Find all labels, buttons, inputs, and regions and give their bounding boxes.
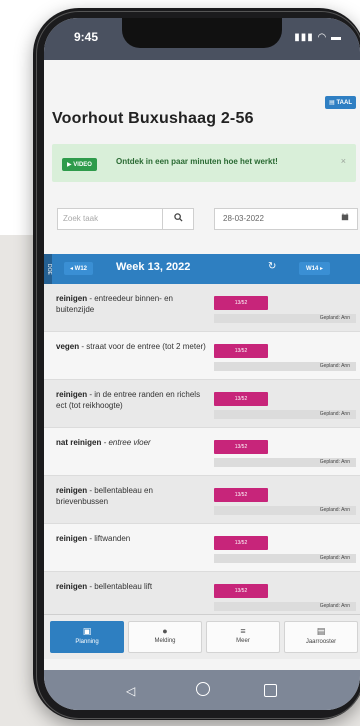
task-detail: - entree vloer — [101, 438, 151, 447]
recent-apps-icon[interactable] — [264, 684, 277, 697]
tab-label: Melding — [154, 638, 176, 644]
previous-week-button[interactable]: ◂ W12 — [64, 262, 94, 275]
date-value: 28-03-2022 — [223, 214, 264, 223]
task-planned: Gepland: Ann — [214, 506, 356, 515]
task-row[interactable]: reinigen - bellentableau lift 13/52 Gepl… — [44, 572, 360, 620]
home-icon[interactable] — [196, 682, 210, 696]
tab-label: Jaarrooster — [305, 639, 337, 645]
task-planned: Gepland: Ann — [214, 410, 356, 419]
side-tag: DOE — [44, 254, 52, 284]
task-detail: - bellentableau lift — [87, 582, 153, 591]
signal-wifi-battery-icon: ▮▮▮ ◠ ▬ — [294, 32, 342, 43]
tab-label: Planning — [75, 639, 99, 645]
notice-text: Ontdek in een paar minuten hoe het werkt… — [116, 157, 278, 166]
task-row[interactable]: nat reinigen - entree vloer 13/52 Geplan… — [44, 428, 360, 476]
language-button[interactable]: ▤ TAAL — [325, 96, 356, 109]
chat-icon: ● — [162, 626, 168, 636]
task-description: reinigen - in de entree randen en richel… — [56, 389, 206, 411]
document-icon: ▤ — [316, 626, 326, 636]
back-icon[interactable]: ◁ — [126, 684, 135, 698]
week-label: Week 13, 2022 — [116, 261, 191, 273]
week-navigation: DOE ◂ W12 Week 13, 2022 ↻ W14 ▸ — [44, 254, 360, 284]
task-week-badge: 13/52 — [214, 440, 268, 454]
task-row[interactable]: reinigen - liftwanden 13/52 Gepland: Ann — [44, 524, 360, 572]
tab-planning[interactable]: ▣ Planning — [50, 621, 124, 653]
task-row[interactable]: vegen - straat voor de entree (tot 2 met… — [44, 332, 360, 380]
task-planned: Gepland: Ann — [214, 314, 356, 323]
page-title: Voorhout Buxushaag 2-56 — [52, 110, 254, 127]
task-action: reinigen — [56, 390, 88, 399]
task-detail: - liftwanden — [87, 534, 131, 543]
planning-icon: ▣ — [82, 626, 92, 636]
calendar-icon[interactable] — [333, 209, 357, 229]
task-row[interactable]: reinigen - in de entree randen en richel… — [44, 380, 360, 428]
task-description: reinigen - liftwanden — [56, 533, 206, 544]
task-week-badge: 13/52 — [214, 392, 268, 406]
task-description: vegen - straat voor de entree (tot 2 met… — [56, 341, 206, 352]
menu-icon: ≡ — [240, 626, 246, 636]
task-description: reinigen - bellentableau lift — [56, 581, 206, 592]
task-row[interactable]: reinigen - bellentableau en brievenbusse… — [44, 476, 360, 524]
search-placeholder: Zoek taak — [63, 214, 99, 223]
task-description: nat reinigen - entree vloer — [56, 437, 206, 448]
task-planned: Gepland: Ann — [214, 554, 356, 563]
task-week-badge: 13/52 — [214, 296, 268, 310]
refresh-icon[interactable]: ↻ — [268, 261, 276, 272]
task-week-badge: 13/52 — [214, 584, 268, 598]
search-input[interactable]: Zoek taak — [57, 208, 194, 230]
status-time: 9:45 — [74, 30, 99, 44]
task-description: reinigen - entreedeur binnen- en buitenz… — [56, 293, 206, 315]
tab-melding[interactable]: ● Melding — [128, 621, 202, 653]
system-navigation-bar: ◁ — [44, 670, 360, 710]
task-action: reinigen — [56, 582, 88, 591]
task-planned: Gepland: Ann — [214, 602, 356, 611]
search-icon[interactable] — [162, 209, 193, 229]
status-bar: 9:45 ▮▮▮ ◠ ▬ — [44, 18, 360, 60]
notch — [122, 18, 282, 48]
task-detail: - straat voor de entree (tot 2 meter) — [79, 342, 206, 351]
tab-meer[interactable]: ≡ Meer — [206, 621, 280, 653]
task-week-badge: 13/52 — [214, 488, 268, 502]
task-action: reinigen — [56, 294, 88, 303]
task-week-badge: 13/52 — [214, 536, 268, 550]
task-action: reinigen — [56, 534, 88, 543]
task-week-badge: 13/52 — [214, 344, 268, 358]
task-row[interactable]: reinigen - entreedeur binnen- en buitenz… — [44, 284, 360, 332]
tab-label: Meer — [236, 638, 250, 644]
next-week-button[interactable]: W14 ▸ — [299, 262, 331, 275]
date-field[interactable]: 28-03-2022 — [214, 208, 358, 230]
task-list: reinigen - entreedeur binnen- en buitenz… — [44, 284, 360, 620]
task-action: vegen — [56, 342, 80, 351]
task-planned: Gepland: Ann — [214, 458, 356, 467]
app-screen: 9:45 ▮▮▮ ◠ ▬ ▤ TAAL Voorhout Buxushaag 2… — [44, 18, 360, 710]
task-description: reinigen - bellentableau en brievenbusse… — [56, 485, 206, 507]
video-button[interactable]: ▶ VIDEO — [62, 158, 97, 171]
tab-jaarrooster[interactable]: ▤ Jaarrooster — [284, 621, 358, 653]
close-icon[interactable]: × — [341, 156, 346, 166]
task-planned: Gepland: Ann — [214, 362, 356, 371]
task-action: reinigen — [56, 486, 88, 495]
bottom-tab-bar: ▣ Planning ● Melding ≡ Meer ▤ Jaarrooste… — [44, 614, 360, 659]
task-action: nat reinigen — [56, 438, 102, 447]
